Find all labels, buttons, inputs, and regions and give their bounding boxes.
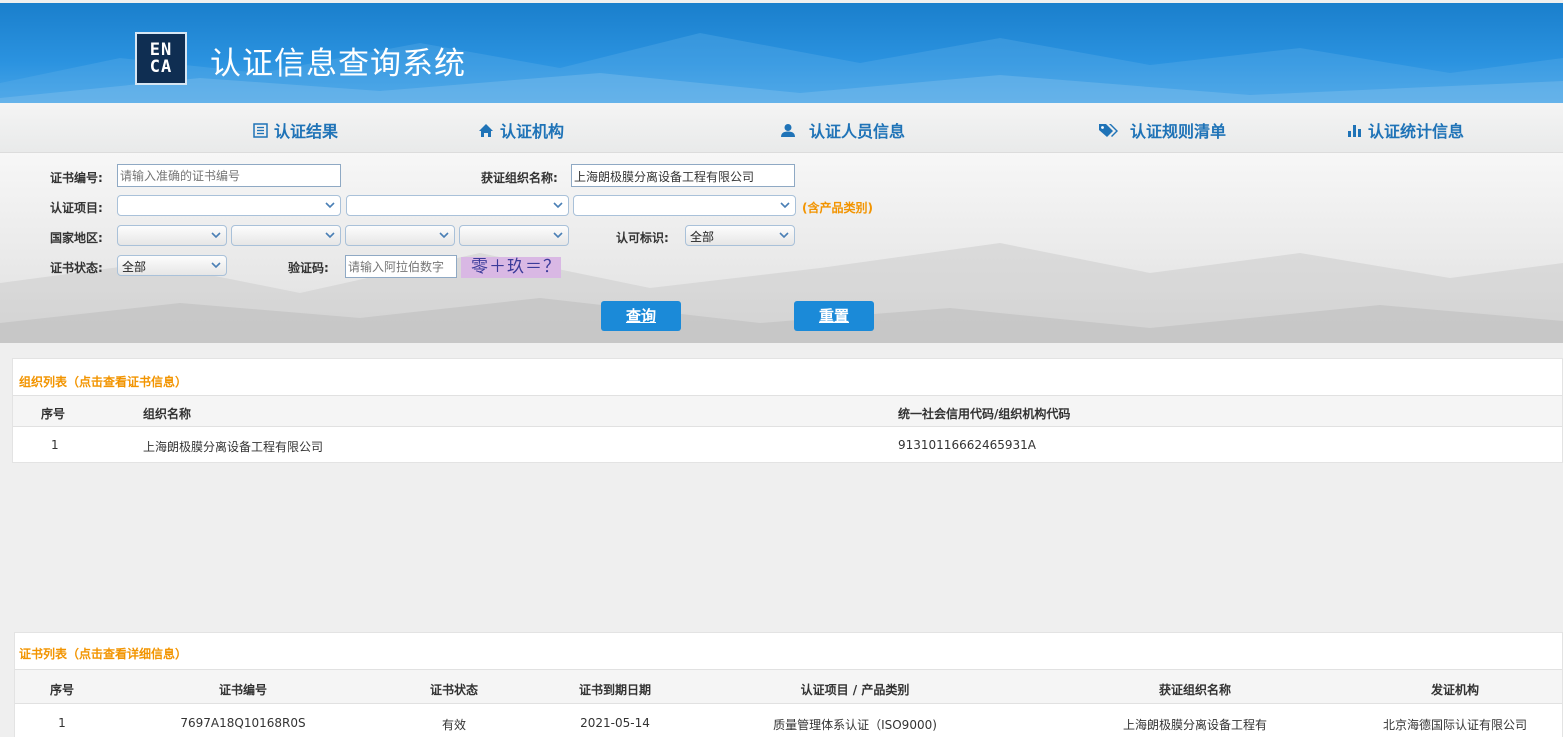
row-index: 1: [58, 716, 66, 730]
tags-icon: [1099, 123, 1118, 137]
column-header: 序号: [49, 683, 74, 697]
product-category-select[interactable]: [573, 195, 796, 216]
region-select-3[interactable]: [345, 225, 455, 246]
credit-code-cell: 91310116662465931A: [898, 438, 1036, 452]
chevron-down-icon: [439, 232, 449, 239]
cert-list-header: 序号 证书编号 证书状态 证书到期日期 认证项目 / 产品类别 获证组织名称 发…: [15, 669, 1562, 704]
region-select-1[interactable]: [117, 225, 227, 246]
chevron-down-icon: [553, 202, 563, 209]
query-button[interactable]: 查询: [601, 301, 681, 331]
chevron-down-icon: [780, 202, 790, 209]
cert-project-cell: 质量管理体系认证（ISO9000): [773, 718, 937, 732]
org-name-cell: 上海朗极膜分离设备工程有: [1122, 718, 1267, 732]
row-index: 1: [51, 438, 59, 452]
cert-status-select[interactable]: 全部: [117, 255, 227, 276]
project-select-1[interactable]: [117, 195, 341, 216]
region-select-4[interactable]: [459, 225, 569, 246]
captcha-image[interactable]: 零＋玖＝？: [461, 257, 561, 278]
chevron-down-icon: [779, 232, 789, 239]
chevron-down-icon: [211, 232, 221, 239]
chevron-down-icon: [325, 202, 335, 209]
column-header: 证书编号: [218, 683, 267, 697]
expiry-date-cell: 2021-05-14: [580, 716, 650, 730]
org-name-input[interactable]: 上海朗极膜分离设备工程有限公司: [571, 164, 795, 187]
column-header: 组织名称: [143, 407, 192, 421]
captcha-input[interactable]: [345, 255, 457, 278]
region-select-2[interactable]: [231, 225, 341, 246]
column-header: 证书到期日期: [578, 683, 651, 697]
chevron-down-icon: [325, 232, 335, 239]
org-list-title: 组织列表（点击查看证书信息）: [19, 375, 188, 389]
org-list-header: 序号 组织名称 统一社会信用代码/组织机构代码: [13, 395, 1562, 427]
nav-label: 认证结果: [274, 122, 339, 141]
user-icon: [781, 123, 795, 137]
reset-button[interactable]: 重置: [794, 301, 874, 331]
nav-label: 认证统计信息: [1368, 122, 1465, 141]
nav-item-cert-bodies[interactable]: 认证机构: [478, 118, 564, 142]
org-name-label: 获证组织名称:: [481, 171, 558, 185]
product-category-hint: (含产品类别): [802, 201, 873, 215]
table-row[interactable]: 1 上海朗极膜分离设备工程有限公司 91310116662465931A: [13, 427, 1562, 463]
cert-list-panel: 证书列表（点击查看详细信息） 序号 证书编号 证书状态 证书到期日期 认证项目 …: [14, 632, 1563, 737]
column-header: 获证组织名称: [1158, 683, 1231, 697]
cert-list-title: 证书列表（点击查看详细信息）: [19, 647, 188, 661]
region-label: 国家地区:: [50, 231, 103, 245]
list-icon: [253, 122, 268, 138]
select-value: 全部: [122, 260, 147, 274]
nav-label: 认证规则清单: [1130, 122, 1227, 141]
nav-label: 认证机构: [500, 122, 565, 141]
column-header: 证书状态: [429, 683, 478, 697]
column-header: 序号: [41, 407, 66, 421]
nav-item-rules[interactable]: 认证规则清单: [1098, 118, 1226, 142]
home-icon: [479, 123, 493, 137]
nav-item-personnel[interactable]: 认证人员信息: [779, 118, 905, 142]
accreditation-mark-label: 认可标识:: [616, 231, 669, 245]
chevron-down-icon: [211, 262, 221, 269]
project-select-2[interactable]: [346, 195, 569, 216]
cert-no-cell[interactable]: 7697A18Q10168R0S: [173, 716, 313, 730]
cert-status-label: 证书状态:: [50, 261, 103, 275]
table-row[interactable]: 1 7697A18Q10168R0S 有效 2021-05-14 质量管理体系认…: [15, 705, 1562, 737]
enca-logo: EN CA: [135, 32, 187, 85]
nav-label: 认证人员信息: [809, 122, 906, 141]
project-label: 认证项目:: [50, 201, 103, 215]
nav-item-statistics[interactable]: 认证统计信息: [1347, 118, 1464, 142]
column-header: 认证项目 / 产品类别: [800, 683, 910, 697]
main-nav: 认证结果 认证机构 认证人员信息 认证规则清单 认证统计信息: [0, 103, 1563, 153]
org-name-cell[interactable]: 上海朗极膜分离设备工程有限公司: [143, 438, 323, 455]
column-header: 统一社会信用代码/组织机构代码: [898, 407, 1071, 421]
cert-status-cell: 有效: [441, 718, 466, 732]
site-header: EN CA 认证信息查询系统: [0, 3, 1563, 103]
chevron-down-icon: [553, 232, 563, 239]
captcha-label: 验证码:: [288, 261, 329, 275]
system-title: 认证信息查询系统: [210, 46, 466, 82]
cert-no-input[interactable]: [117, 164, 341, 187]
column-header: 发证机构: [1430, 683, 1479, 697]
select-value: 全部: [690, 230, 715, 244]
cert-no-label: 证书编号:: [50, 171, 103, 185]
issuing-body-cell: 北京海德国际认证有限公司: [1382, 718, 1527, 732]
org-list-panel: 组织列表（点击查看证书信息） 序号 组织名称 统一社会信用代码/组织机构代码 1…: [12, 358, 1563, 463]
nav-item-cert-results[interactable]: 认证结果: [253, 118, 338, 142]
bar-chart-icon: [1348, 124, 1361, 137]
accreditation-mark-select[interactable]: 全部: [685, 225, 795, 246]
